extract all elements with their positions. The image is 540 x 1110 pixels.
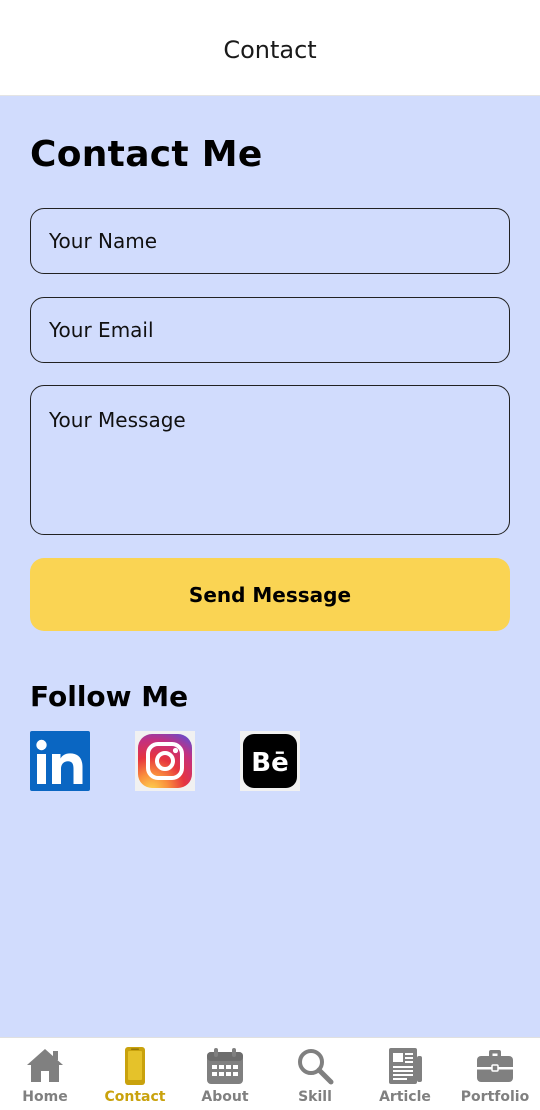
- nav-contact[interactable]: Contact: [90, 1038, 180, 1110]
- nav-portfolio[interactable]: Portfolio: [450, 1038, 540, 1110]
- briefcase-icon: [477, 1050, 513, 1082]
- behance-icon[interactable]: Bē: [240, 731, 300, 791]
- email-input[interactable]: [30, 297, 510, 363]
- name-input[interactable]: [30, 208, 510, 274]
- newspaper-icon: [389, 1048, 422, 1084]
- contact-heading: Contact Me: [30, 134, 263, 175]
- follow-heading: Follow Me: [30, 680, 189, 713]
- nav-label-portfolio: Portfolio: [460, 1089, 530, 1105]
- calendar-icon: [207, 1048, 243, 1084]
- send-message-button[interactable]: Send Message: [30, 558, 510, 631]
- nav-label-skill: Skill: [298, 1089, 332, 1105]
- nav-article[interactable]: Article: [360, 1038, 450, 1110]
- instagram-icon[interactable]: [135, 731, 195, 791]
- home-icon: [27, 1049, 63, 1082]
- nav-skill[interactable]: Skill: [270, 1038, 360, 1110]
- nav-label-article: Article: [379, 1089, 431, 1105]
- nav-label-about: About: [201, 1089, 249, 1105]
- phone-icon: [125, 1047, 145, 1085]
- message-textarea[interactable]: [30, 385, 510, 535]
- nav-label-home: Home: [22, 1089, 68, 1105]
- search-icon: [298, 1049, 334, 1085]
- page-title: Contact: [223, 35, 317, 64]
- app-bar: Contact: [0, 0, 540, 96]
- behance-glyph: Bē: [251, 748, 288, 778]
- nav-home[interactable]: Home: [0, 1038, 90, 1110]
- nav-about[interactable]: About: [180, 1038, 270, 1110]
- bottom-navigation: Home Contact About Skill Article Portfol…: [0, 1037, 540, 1110]
- nav-label-contact: Contact: [104, 1089, 166, 1105]
- linkedin-icon[interactable]: [30, 731, 90, 791]
